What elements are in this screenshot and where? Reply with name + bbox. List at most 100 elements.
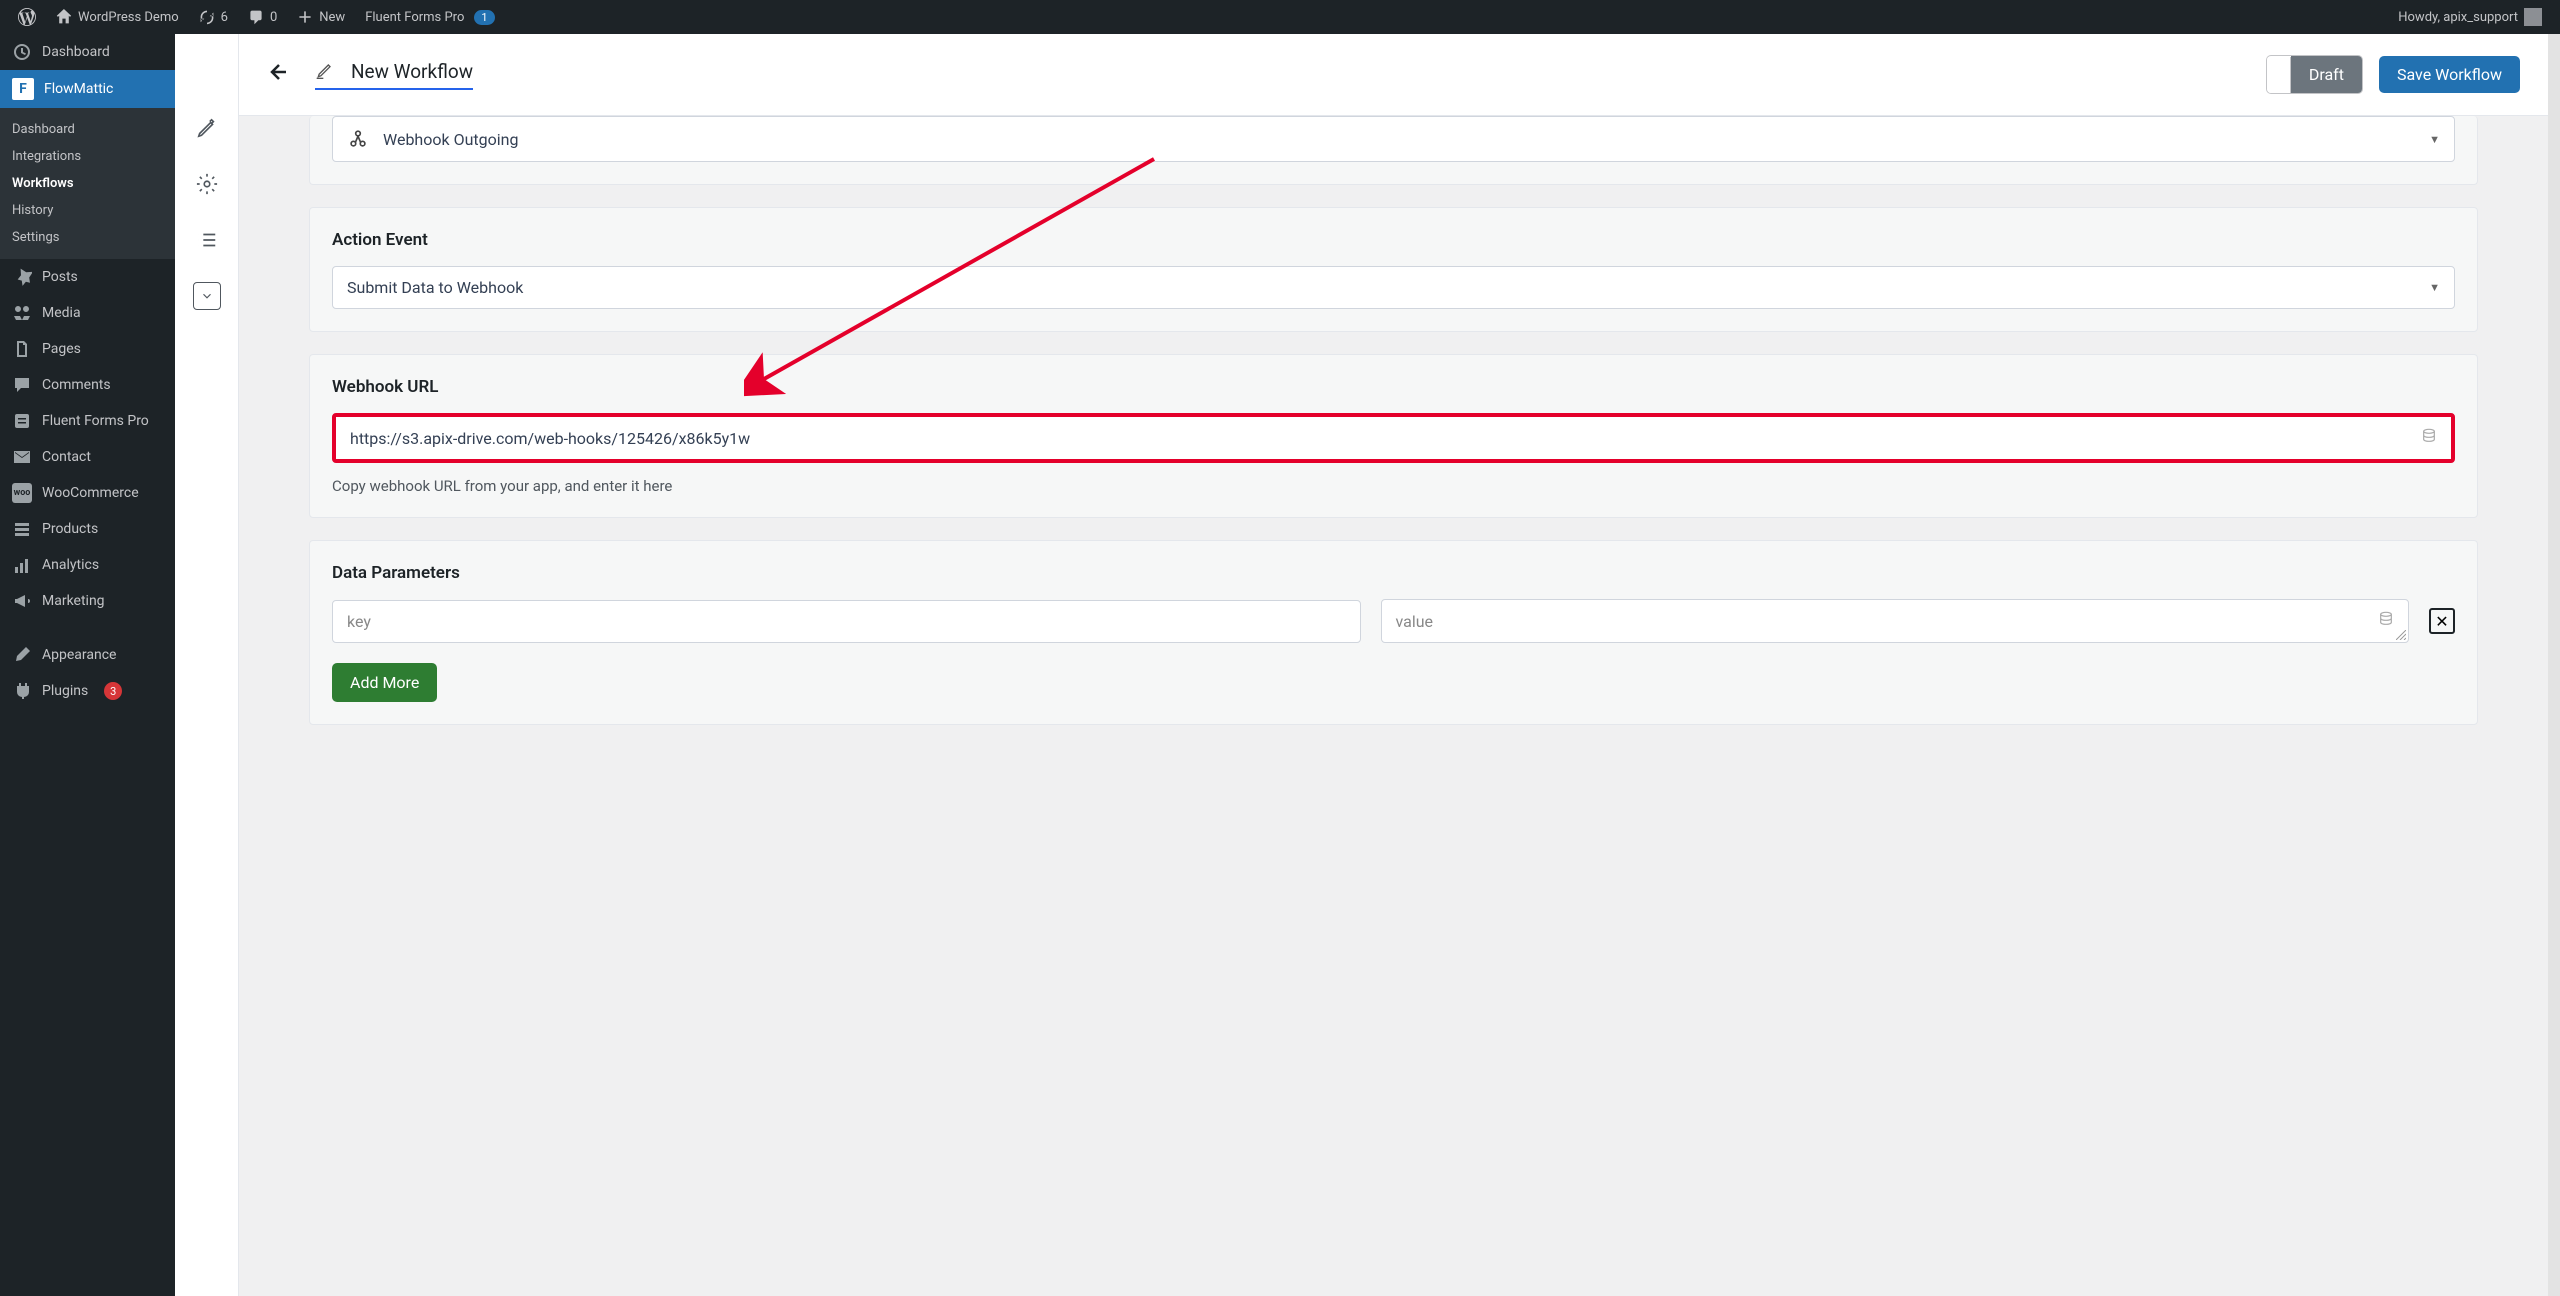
megaphone-icon xyxy=(12,591,32,611)
list-icon xyxy=(196,229,218,251)
sidebar-item-comments[interactable]: Comments xyxy=(0,367,175,403)
rail-collapse-button[interactable] xyxy=(193,282,221,310)
sidebar-item-dashboard[interactable]: Dashboard xyxy=(0,34,175,70)
sidebar-item-marketing[interactable]: Marketing xyxy=(0,583,175,619)
rail-list-button[interactable] xyxy=(193,226,221,254)
webhook-url-label: Webhook URL xyxy=(332,377,2455,397)
sidebar-item-fluent-forms[interactable]: Fluent Forms Pro xyxy=(0,403,175,439)
back-button[interactable] xyxy=(267,60,291,90)
comments-icon xyxy=(12,375,32,395)
howdy-text: Howdy, apix_support xyxy=(2398,10,2518,25)
new-content-link[interactable]: New xyxy=(289,0,353,34)
submenu-integrations[interactable]: Integrations xyxy=(0,143,175,170)
plugins-update-badge: 3 xyxy=(104,682,122,700)
site-name-link[interactable]: WordPress Demo xyxy=(48,0,187,34)
rail-edit-button[interactable] xyxy=(193,114,221,142)
app-select[interactable]: Webhook Outgoing ▼ xyxy=(332,116,2455,162)
sidebar-item-products[interactable]: Products xyxy=(0,511,175,547)
action-event-selected: Submit Data to Webhook xyxy=(347,278,523,297)
envelope-icon xyxy=(12,447,32,467)
sidebar-item-woocommerce[interactable]: woo WooCommerce xyxy=(0,475,175,511)
updates-link[interactable]: 6 xyxy=(191,0,236,34)
remove-param-button[interactable]: ✕ xyxy=(2429,608,2455,634)
caret-down-icon: ▼ xyxy=(2429,133,2440,146)
submenu-workflows[interactable]: Workflows xyxy=(0,170,175,197)
comments-count: 0 xyxy=(270,10,277,25)
analytics-icon xyxy=(12,555,32,575)
action-event-select[interactable]: Submit Data to Webhook ▼ xyxy=(332,266,2455,309)
woo-icon: woo xyxy=(12,483,32,503)
webhook-icon xyxy=(347,128,369,150)
data-parameters-card: Data Parameters key value ✕ Add More xyxy=(309,540,2478,725)
plugin-icon xyxy=(12,681,32,701)
fluent-forms-link[interactable]: Fluent Forms Pro 1 xyxy=(357,0,502,34)
wp-logo[interactable] xyxy=(10,0,44,34)
webhook-url-card: Webhook URL https://s3.apix-drive.com/we… xyxy=(309,354,2478,518)
action-event-label: Action Event xyxy=(332,230,2455,250)
pencil-underline-icon xyxy=(315,60,335,84)
workflow-title: New Workflow xyxy=(351,60,473,83)
draft-button[interactable]: Draft xyxy=(2291,56,2362,93)
data-parameters-label: Data Parameters xyxy=(332,563,2455,583)
dashboard-icon xyxy=(12,42,32,62)
caret-down-icon: ▼ xyxy=(2429,281,2440,294)
database-icon[interactable] xyxy=(2378,611,2394,631)
app-selected-label: Webhook Outgoing xyxy=(383,130,518,149)
sidebar-item-flowmattic[interactable]: F FlowMattic xyxy=(0,70,175,108)
page-icon xyxy=(12,339,32,359)
flowmattic-submenu: Dashboard Integrations Workflows History… xyxy=(0,108,175,259)
param-key-input[interactable]: key xyxy=(332,600,1361,643)
database-icon[interactable] xyxy=(2421,428,2437,448)
scrollbar[interactable] xyxy=(2548,34,2560,1296)
brush-icon xyxy=(12,645,32,665)
webhook-url-input[interactable]: https://s3.apix-drive.com/web-hooks/1254… xyxy=(332,413,2455,463)
app-select-card: Webhook Outgoing ▼ xyxy=(309,116,2478,185)
webhook-url-value: https://s3.apix-drive.com/web-hooks/1254… xyxy=(350,429,750,448)
comment-icon xyxy=(248,9,264,25)
pin-icon xyxy=(12,267,32,287)
sidebar-item-analytics[interactable]: Analytics xyxy=(0,547,175,583)
new-label: New xyxy=(319,10,345,25)
workflow-body: Webhook Outgoing ▼ Action Event Submit D… xyxy=(239,116,2548,1296)
workflow-topbar: New Workflow Draft Save Workflow xyxy=(239,34,2548,116)
param-value-input[interactable]: value xyxy=(1381,599,2410,643)
fluent-forms-badge: 1 xyxy=(474,10,494,25)
admin-sidebar: Dashboard F FlowMattic Dashboard Integra… xyxy=(0,34,175,1296)
updates-count: 6 xyxy=(221,10,228,25)
webhook-help-text: Copy webhook URL from your app, and ente… xyxy=(332,477,2455,495)
rail-settings-button[interactable] xyxy=(193,170,221,198)
sidebar-item-media[interactable]: Media xyxy=(0,295,175,331)
add-more-button[interactable]: Add More xyxy=(332,663,437,702)
arrow-left-icon xyxy=(267,60,291,84)
site-name: WordPress Demo xyxy=(78,10,179,25)
workflow-side-rail xyxy=(175,34,239,1296)
refresh-icon xyxy=(199,9,215,25)
resize-handle-icon xyxy=(2396,630,2406,640)
sidebar-item-plugins[interactable]: Plugins 3 xyxy=(0,673,175,709)
sidebar-item-posts[interactable]: Posts xyxy=(0,259,175,295)
gear-icon xyxy=(196,173,218,195)
status-toggle[interactable] xyxy=(2267,57,2291,93)
fluent-forms-label: Fluent Forms Pro xyxy=(365,10,464,25)
submenu-dashboard[interactable]: Dashboard xyxy=(0,116,175,143)
avatar xyxy=(2524,8,2542,26)
user-account-link[interactable]: Howdy, apix_support xyxy=(2390,0,2550,34)
save-workflow-button[interactable]: Save Workflow xyxy=(2379,56,2520,93)
form-icon xyxy=(12,411,32,431)
comments-link[interactable]: 0 xyxy=(240,0,285,34)
plus-icon xyxy=(297,9,313,25)
flowmattic-icon: F xyxy=(12,78,34,100)
sidebar-item-contact[interactable]: Contact xyxy=(0,439,175,475)
workflow-title-edit[interactable]: New Workflow xyxy=(315,60,473,90)
media-icon xyxy=(12,303,32,323)
pencil-icon xyxy=(196,117,218,139)
sidebar-item-pages[interactable]: Pages xyxy=(0,331,175,367)
submenu-settings[interactable]: Settings xyxy=(0,224,175,251)
chevron-down-icon xyxy=(200,289,214,303)
products-icon xyxy=(12,519,32,539)
submenu-history[interactable]: History xyxy=(0,197,175,224)
sidebar-item-appearance[interactable]: Appearance xyxy=(0,637,175,673)
value-placeholder: value xyxy=(1396,612,1434,631)
wp-admin-bar: WordPress Demo 6 0 New Fluent Forms Pro … xyxy=(0,0,2560,34)
key-placeholder: key xyxy=(347,612,371,631)
